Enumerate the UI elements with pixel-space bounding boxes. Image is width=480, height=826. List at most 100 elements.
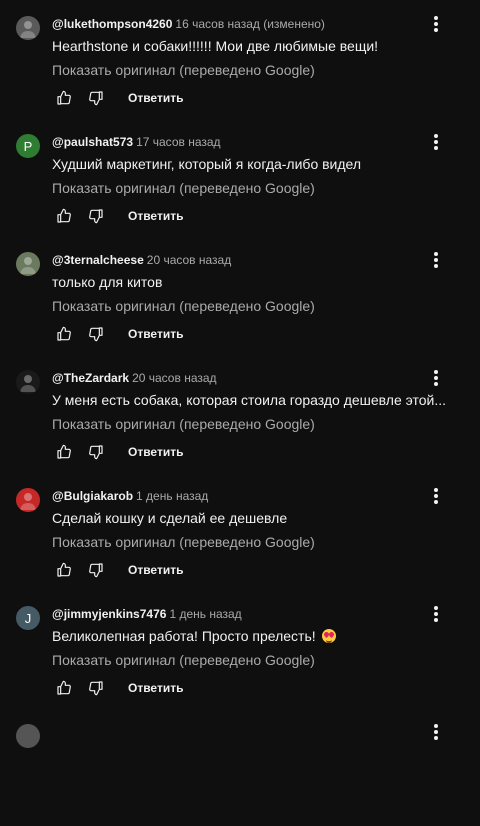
comment-actions: Ответить	[52, 322, 183, 346]
comment-item: J @jimmyjenkins7476 1 день назад Великолепн…	[0, 590, 480, 708]
more-vert-icon	[434, 16, 438, 32]
comment-item: @3ternalcheese 20 часов назад только для к…	[0, 236, 480, 354]
more-options-button[interactable]	[426, 486, 446, 506]
comment-time[interactable]: 17 часов назад	[136, 135, 220, 149]
user-photo-icon	[20, 257, 36, 274]
thumbs-up-icon	[57, 444, 71, 459]
user-photo-icon	[20, 375, 36, 392]
more-options-button[interactable]	[426, 132, 446, 152]
author-name[interactable]: @jimmyjenkins7476	[52, 607, 166, 621]
thumbs-up-icon	[57, 562, 71, 577]
dislike-button[interactable]	[84, 204, 108, 228]
dislike-button[interactable]	[84, 558, 108, 582]
comment-header: @paulshat573 17 часов назад	[52, 135, 221, 149]
comment-text-content: только для китов	[52, 274, 163, 290]
heart-eyes-emoji-icon	[321, 629, 336, 643]
thumbs-down-icon	[89, 327, 103, 342]
comment-item: @Bulgiakarob 1 день назад Сделай кошку и с…	[0, 472, 480, 590]
like-button[interactable]	[52, 204, 76, 228]
more-vert-icon	[434, 134, 438, 150]
show-original-link[interactable]: Показать оригинал (переведено Google)	[52, 534, 315, 550]
thumbs-down-icon	[89, 209, 103, 224]
comment-actions: Ответить	[52, 86, 183, 110]
reply-button[interactable]: Ответить	[128, 327, 183, 341]
comment-actions: Ответить	[52, 440, 183, 464]
reply-button[interactable]: Ответить	[128, 681, 183, 695]
comment-text-content: Великолепная работа! Просто прелесть!	[52, 628, 316, 644]
dislike-button[interactable]	[84, 86, 108, 110]
comment-text-content: Hearthstone и собаки!!!!!! Мои две любим…	[52, 38, 379, 54]
more-options-button[interactable]	[426, 250, 446, 270]
comment-actions: Ответить	[52, 204, 183, 228]
thumbs-down-icon	[89, 445, 103, 460]
author-name[interactable]: @TheZardark	[52, 371, 129, 385]
thumbs-down-icon	[89, 681, 103, 696]
avatar[interactable]	[16, 16, 40, 40]
dislike-button[interactable]	[84, 440, 108, 464]
like-button[interactable]	[52, 322, 76, 346]
comment-text: только для китов	[52, 274, 452, 290]
comment-time[interactable]: 1 день назад	[136, 489, 208, 503]
thumbs-up-icon	[57, 326, 71, 341]
user-photo-icon	[20, 21, 36, 38]
more-vert-icon	[434, 606, 438, 622]
show-original-link[interactable]: Показать оригинал (переведено Google)	[52, 652, 315, 668]
show-original-link[interactable]: Показать оригинал (переведено Google)	[52, 62, 315, 78]
more-vert-icon	[434, 252, 438, 268]
comment-text: Hearthstone и собаки!!!!!! Мои две любим…	[52, 38, 452, 54]
comment-text: Сделай кошку и сделай ее дешевле	[52, 510, 452, 526]
avatar[interactable]: J	[16, 606, 40, 630]
comment-item: P @paulshat573 17 часов назад Худший маркет…	[0, 118, 480, 236]
comment-text-content: Худший маркетинг, который я когда-либо в…	[52, 156, 362, 172]
comment-header: @3ternalcheese 20 часов назад	[52, 253, 231, 267]
author-name[interactable]: @paulshat573	[52, 135, 133, 149]
comment-header: @jimmyjenkins7476 1 день назад	[52, 607, 242, 621]
more-vert-icon	[434, 370, 438, 386]
more-options-button[interactable]	[426, 14, 446, 34]
comment-actions: Ответить	[52, 676, 183, 700]
comment-text-content: Сделай кошку и сделай ее дешевле	[52, 510, 288, 526]
dislike-button[interactable]	[84, 676, 108, 700]
comment-item: @TheZardark 20 часов назад У меня есть соб…	[0, 354, 480, 472]
avatar[interactable]	[16, 252, 40, 276]
reply-button[interactable]: Ответить	[128, 209, 183, 223]
comment-item-partial	[0, 708, 480, 826]
like-button[interactable]	[52, 440, 76, 464]
show-original-link[interactable]: Показать оригинал (переведено Google)	[52, 298, 315, 314]
comment-header: @TheZardark 20 часов назад	[52, 371, 217, 385]
comment-time[interactable]: 20 часов назад	[147, 253, 231, 267]
comment-time[interactable]: 20 часов назад	[132, 371, 216, 385]
more-options-button[interactable]	[426, 604, 446, 624]
like-button[interactable]	[52, 558, 76, 582]
dislike-button[interactable]	[84, 322, 108, 346]
reply-button[interactable]: Ответить	[128, 445, 183, 459]
avatar[interactable]	[16, 370, 40, 394]
thumbs-up-icon	[57, 680, 71, 695]
comment-time[interactable]: 1 день назад	[169, 607, 241, 621]
author-name[interactable]: @3ternalcheese	[52, 253, 144, 267]
show-original-link[interactable]: Показать оригинал (переведено Google)	[52, 180, 315, 196]
like-button[interactable]	[52, 86, 76, 110]
author-name[interactable]: @lukethompson4260	[52, 17, 172, 31]
thumbs-up-icon	[57, 208, 71, 223]
comment-text: У меня есть собака, которая стоила гораз…	[52, 392, 452, 408]
avatar-letter: P	[23, 138, 33, 154]
author-name[interactable]: @Bulgiakarob	[52, 489, 133, 503]
comment-time[interactable]: 16 часов назад (изменено)	[175, 17, 325, 31]
more-options-button[interactable]	[426, 368, 446, 388]
comment-header: @lukethompson4260 16 часов назад (изменен…	[52, 17, 325, 31]
reply-button[interactable]: Ответить	[128, 563, 183, 577]
user-photo-icon	[20, 493, 36, 510]
show-original-link[interactable]: Показать оригинал (переведено Google)	[52, 416, 315, 432]
more-options-button[interactable]	[426, 722, 446, 742]
avatar-letter: J	[24, 610, 32, 626]
avatar[interactable]: P	[16, 134, 40, 158]
like-button[interactable]	[52, 676, 76, 700]
avatar[interactable]	[16, 724, 40, 748]
thumbs-up-icon	[57, 90, 71, 105]
comment-text-content: У меня есть собака, которая стоила гораз…	[52, 392, 447, 408]
avatar[interactable]	[16, 488, 40, 512]
comment-text: Худший маркетинг, который я когда-либо в…	[52, 156, 452, 172]
reply-button[interactable]: Ответить	[128, 91, 183, 105]
comment-actions: Ответить	[52, 558, 183, 582]
